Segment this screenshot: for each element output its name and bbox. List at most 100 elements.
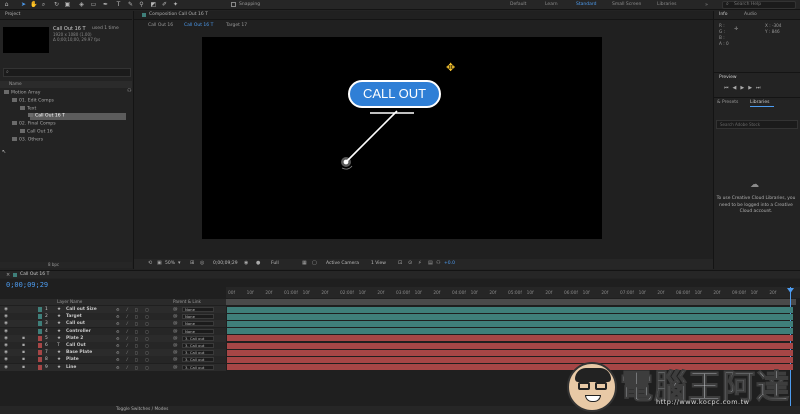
layer-switches[interactable]: ⚙ ⁄ ◻ ◻ [116, 306, 152, 313]
timeline-layer-row[interactable]: ◉ 2 ★ Target ⚙ ⁄ ◻ ◻ @ None [0, 313, 226, 321]
chevron-down-icon[interactable]: ▾ [178, 260, 181, 266]
layer-name[interactable]: Controller [66, 328, 91, 335]
timeline-layer-row[interactable]: ◉ 1 ★ Call out Size ⚙ ⁄ ◻ ◻ @ None [0, 306, 226, 313]
project-item[interactable]: 03. Others [12, 136, 43, 142]
workspace-libraries[interactable]: Libraries [657, 2, 676, 7]
clone-tool-icon[interactable]: ⚲ [138, 1, 145, 8]
visibility-eye-icon[interactable]: ◉ [4, 335, 8, 342]
roi-icon[interactable]: ▢ [312, 260, 317, 266]
parent-dropdown[interactable]: 3. Call out [182, 335, 214, 341]
fast-previews-icon[interactable]: ⚡ [418, 260, 422, 266]
visibility-eye-icon[interactable]: ◉ [4, 349, 8, 356]
timeline-layer-row[interactable]: ◉ ▪ 5 ★ Plate 2 ⚙ ⁄ ◻ ◻ @3. Call out [0, 334, 226, 342]
safe-zones-icon[interactable]: ⊞ [190, 260, 194, 266]
transparency-grid-icon[interactable]: ▦ [302, 260, 307, 266]
rectangle-tool-icon[interactable]: ▭ [90, 1, 97, 8]
workspace-learn[interactable]: Learn [545, 2, 558, 7]
hand-tool-icon[interactable]: ✋ [30, 1, 37, 8]
layer-label-color[interactable] [38, 321, 42, 327]
composition-panel-title[interactable]: Composition Call Out 16 T [149, 12, 208, 17]
tab-audio[interactable]: Audio [744, 12, 757, 17]
layer-label-color[interactable] [38, 350, 42, 356]
layer-duration-bar[interactable] [227, 335, 793, 342]
layer-label-color[interactable] [38, 364, 42, 370]
pan-behind-tool-icon[interactable]: ◈ [78, 1, 85, 8]
lock-icon[interactable]: ▪ [22, 335, 25, 342]
tab-target-17[interactable]: Target 17 [226, 23, 247, 28]
layer-name[interactable]: Line [66, 364, 76, 371]
layer-duration-bar[interactable] [227, 306, 793, 313]
layer-duration-bar[interactable] [227, 349, 793, 356]
reset-exposure-icon[interactable]: ⊙ [408, 260, 412, 266]
type-tool-icon[interactable]: T [115, 1, 122, 8]
flowchart-icon[interactable]: ⚇ [436, 260, 440, 266]
parent-dropdown[interactable]: 3. Call out [182, 350, 214, 356]
timeline-icon[interactable]: ▤ [428, 260, 433, 266]
view-layout-dropdown[interactable]: 1 View [371, 261, 386, 266]
eraser-tool-icon[interactable]: ◩ [150, 1, 157, 8]
mask-visibility-icon[interactable]: ◎ [200, 260, 204, 266]
timeline-layer-row[interactable]: ◉ ▪ 7 ★ Base Plate ⚙ ⁄ ◻ ◻ @3. Call out [0, 349, 226, 357]
layer-switches[interactable]: ⚙ ⁄ ◻ ◻ [116, 342, 152, 349]
parent-dropdown[interactable]: 3. Call out [182, 343, 214, 348]
layer-switches[interactable]: ⚙ ⁄ ◻ ◻ [116, 335, 152, 342]
pick-whip-icon[interactable]: @ [173, 313, 178, 320]
roto-brush-tool-icon[interactable]: ✐ [161, 1, 168, 8]
parent-dropdown[interactable]: 3. Call out [182, 364, 214, 370]
resolution-dropdown[interactable]: Full [271, 261, 279, 266]
layer-name[interactable]: Base Plate [66, 349, 92, 356]
workspace-small-screen[interactable]: Small Screen [612, 2, 641, 7]
layer-label-color[interactable] [38, 343, 42, 348]
project-item[interactable]: Call Out 16 [20, 129, 53, 135]
project-item[interactable]: Call Out 16 T [28, 113, 65, 119]
parent-dropdown[interactable]: None [182, 321, 214, 327]
snapshot-icon[interactable]: ◉ [244, 260, 248, 266]
rotate-tool-icon[interactable]: ↻ [53, 1, 60, 8]
timeline-layer-row[interactable]: ◉ 3 ★ Call out ⚙ ⁄ ◻ ◻ @ None [0, 320, 226, 328]
help-search-input[interactable]: Search Help [722, 1, 796, 9]
workspace-standard[interactable]: Standard [576, 2, 596, 7]
pick-whip-icon[interactable]: @ [173, 320, 178, 327]
project-item[interactable]: Motion Array [4, 90, 40, 96]
visibility-eye-icon[interactable]: ◉ [4, 342, 8, 349]
lock-icon[interactable]: ▪ [22, 349, 25, 356]
parent-dropdown[interactable]: None [182, 314, 214, 320]
visibility-eye-icon[interactable]: ◉ [4, 356, 8, 363]
layer-name[interactable]: Plate 2 [66, 335, 83, 342]
project-search-input[interactable] [3, 68, 131, 77]
layer-duration-bar[interactable] [227, 328, 793, 335]
workspace-overflow-icon[interactable]: » [705, 2, 708, 8]
workspace-default[interactable]: Default [510, 2, 526, 7]
layer-switches[interactable]: ⚙ ⁄ ◻ ◻ [116, 328, 152, 335]
project-item[interactable]: Text [20, 105, 36, 111]
camera-dropdown[interactable]: Active Camera [326, 261, 359, 266]
pen-tool-icon[interactable]: ✒ [102, 1, 109, 8]
timeline-current-time[interactable]: 0;00;09;29 [6, 281, 48, 289]
comp-timecode[interactable]: 0;00;09;29 [213, 261, 238, 266]
project-panel-title[interactable]: Project [5, 12, 20, 17]
pick-whip-icon[interactable]: @ [173, 349, 178, 356]
layer-switches[interactable]: ⚙ ⁄ ◻ ◻ [116, 313, 152, 320]
parent-link-header[interactable]: Parent & Link [173, 299, 201, 304]
zoom-dropdown[interactable]: 50% [165, 261, 175, 266]
parent-dropdown[interactable]: None [182, 307, 214, 312]
channel-icon[interactable]: ● [256, 260, 260, 266]
lock-icon[interactable]: ▪ [22, 356, 25, 363]
lock-icon[interactable]: ▪ [22, 364, 25, 371]
layer-switches[interactable]: ⚙ ⁄ ◻ ◻ [116, 349, 152, 356]
layer-duration-bar[interactable] [227, 342, 793, 349]
always-preview-icon[interactable]: ⟲ [148, 260, 152, 266]
layer-duration-bar[interactable] [227, 320, 793, 327]
parent-dropdown[interactable]: None [182, 328, 214, 334]
pick-whip-icon[interactable]: @ [173, 306, 178, 313]
visibility-eye-icon[interactable]: ◉ [4, 364, 8, 371]
preview-controls[interactable]: ⏮◀▶▶⏭ [724, 85, 765, 91]
adobe-stock-search-input[interactable]: Search Adobe Stock [716, 120, 798, 129]
pick-whip-icon[interactable]: @ [173, 356, 178, 363]
lock-icon[interactable]: ▪ [22, 342, 25, 349]
visibility-eye-icon[interactable]: ◉ [4, 313, 8, 320]
pick-whip-icon[interactable]: @ [173, 364, 178, 371]
layer-switches[interactable]: ⚙ ⁄ ◻ ◻ [116, 356, 152, 363]
camera-tool-icon[interactable]: ▣ [64, 1, 71, 8]
bit-depth[interactable]: 8 bpc [48, 262, 59, 267]
